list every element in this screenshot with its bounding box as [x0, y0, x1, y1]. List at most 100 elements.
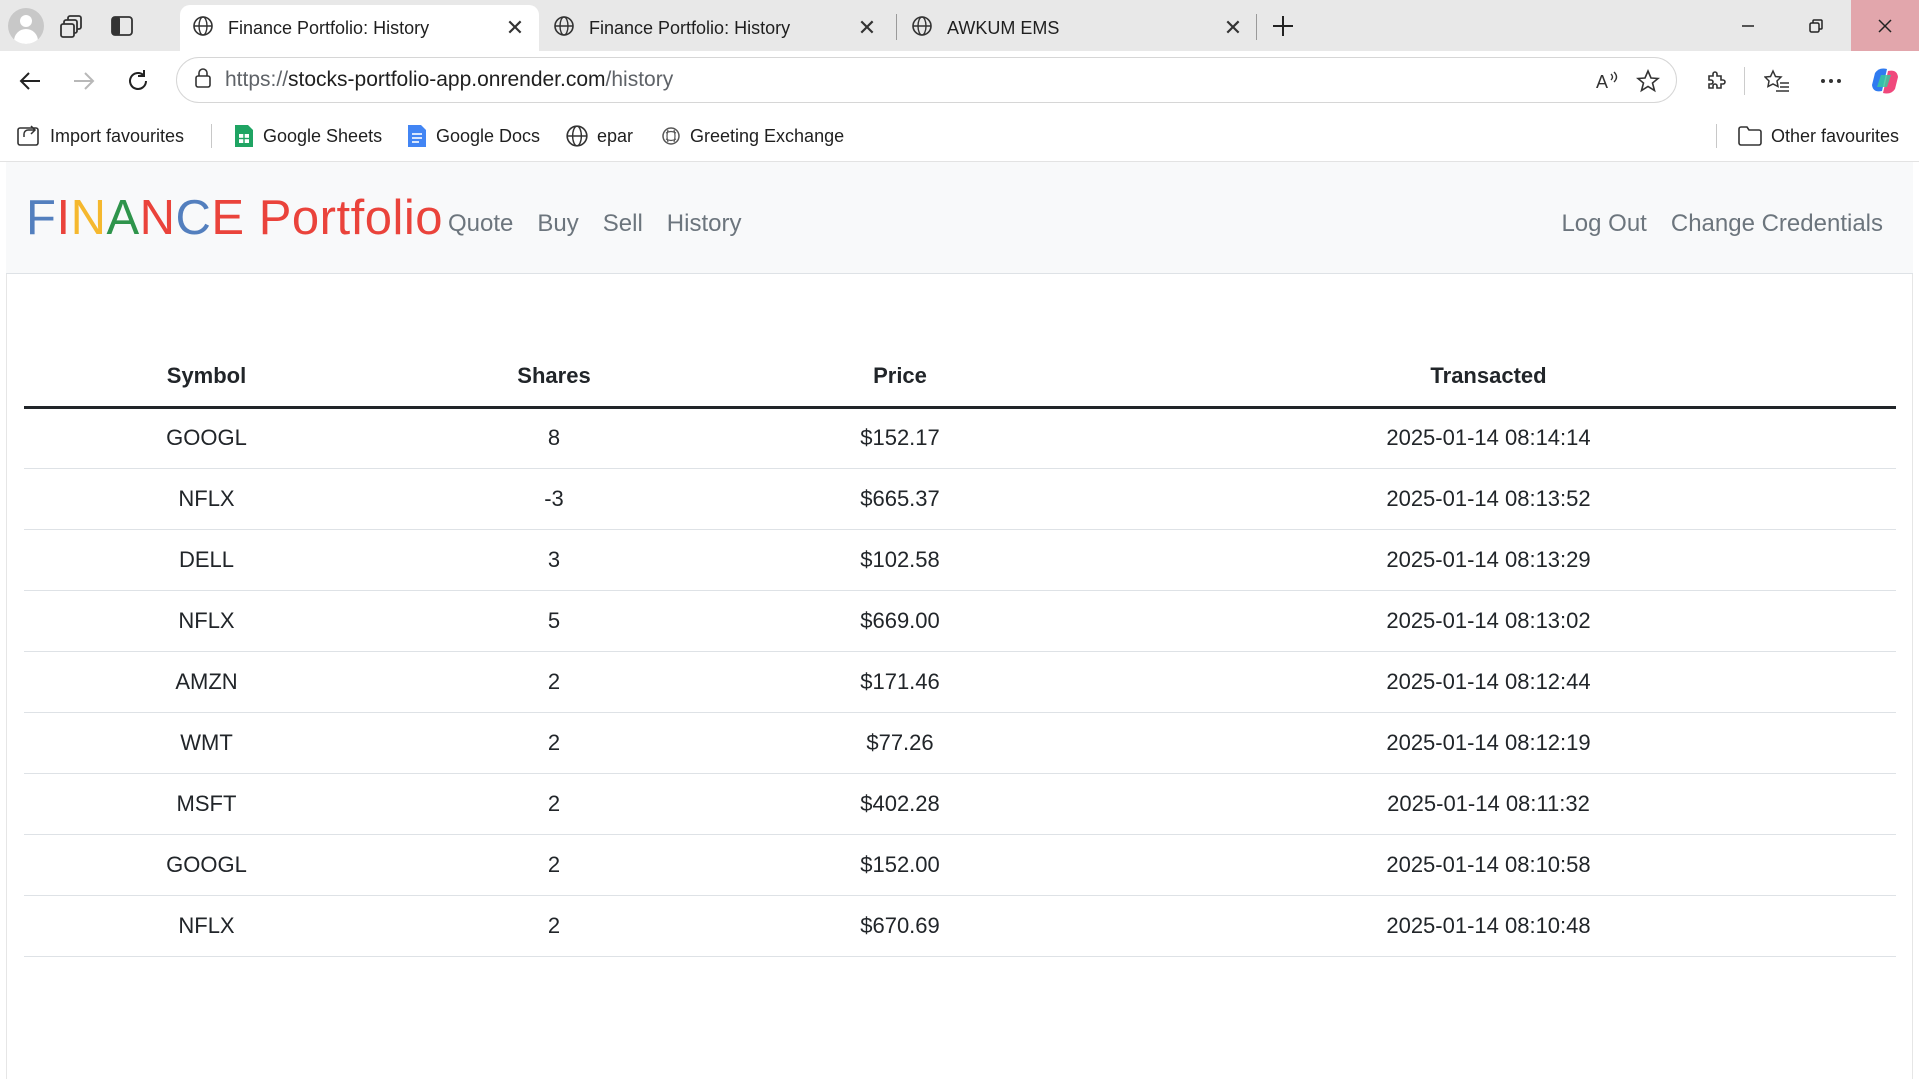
globe-icon	[911, 15, 933, 42]
tab-awkum-ems[interactable]: AWKUM EMS ✕	[899, 5, 1257, 51]
address-bar[interactable]: https://stocks-portfolio-app.onrender.co…	[176, 57, 1677, 103]
transacted-cell: 2025-01-14 08:13:02	[1081, 590, 1896, 652]
close-tab-icon[interactable]: ✕	[853, 14, 881, 42]
column-header-symbol: Symbol	[24, 345, 389, 409]
history-table-body: GOOGL 8 $152.17 2025-01-14 08:14:14 NFLX -3 $6…	[24, 407, 1896, 957]
shares-cell: 3	[389, 529, 719, 591]
minimize-window-icon[interactable]	[1714, 0, 1782, 51]
url-scheme: https://	[225, 68, 289, 91]
brand-logo[interactable]: FINANCE Portfolio	[26, 190, 443, 246]
favorite-star-icon[interactable]	[1628, 61, 1668, 101]
tab-finance-history-active[interactable]: Finance Portfolio: History ✕	[180, 5, 539, 51]
close-window-icon[interactable]	[1851, 0, 1919, 51]
transacted-cell: 2025-01-14 08:12:19	[1081, 712, 1896, 774]
bookmark-greeting-exchange[interactable]: Greeting Exchange	[660, 122, 844, 150]
close-tab-icon[interactable]: ✕	[1219, 14, 1247, 42]
column-header-shares: Shares	[389, 345, 719, 409]
brand-letter-i: I	[56, 191, 71, 245]
shares-cell: 2	[389, 895, 719, 957]
symbol-cell: NFLX	[24, 468, 389, 530]
column-header-price: Price	[719, 345, 1081, 409]
main-nav: Quote Buy Sell History	[448, 210, 741, 238]
bookmarks-bar: Import favourites Google Sheets Google D…	[0, 110, 1919, 162]
brand-letter-n: N	[139, 191, 176, 245]
table-row: GOOGL 2 $152.00 2025-01-14 08:10:58	[24, 834, 1896, 896]
profile-avatar-icon[interactable]	[8, 7, 44, 44]
url-host: stocks-portfolio-app.onrender.com	[288, 68, 606, 91]
new-tab-button[interactable]	[1265, 8, 1301, 44]
table-row: DELL 3 $102.58 2025-01-14 08:13:29	[24, 529, 1896, 591]
tab-title: Finance Portfolio: History	[589, 17, 791, 38]
browser-toolbar: https://stocks-portfolio-app.onrender.co…	[0, 51, 1919, 110]
close-tab-icon[interactable]: ✕	[501, 14, 529, 42]
shares-cell: 8	[389, 407, 719, 469]
nav-buy[interactable]: Buy	[537, 210, 578, 238]
symbol-cell: MSFT	[24, 773, 389, 835]
extensions-puzzle-icon[interactable]	[1696, 61, 1736, 101]
table-row: WMT 2 $77.26 2025-01-14 08:12:19	[24, 712, 1896, 774]
bookmark-label: Other favourites	[1771, 125, 1900, 146]
read-aloud-icon[interactable]: A	[1588, 61, 1628, 101]
transacted-cell: 2025-01-14 08:13:29	[1081, 529, 1896, 591]
google-docs-icon	[406, 123, 428, 149]
table-header-row: Symbol Shares Price Transacted	[24, 345, 1896, 409]
nav-quote[interactable]: Quote	[448, 210, 513, 238]
transacted-cell: 2025-01-14 08:10:58	[1081, 834, 1896, 896]
greeting-exchange-icon	[660, 125, 682, 147]
bookmark-epar[interactable]: epar	[565, 122, 633, 150]
tab-separator	[896, 14, 897, 40]
symbol-cell: WMT	[24, 712, 389, 774]
table-row: NFLX 2 $670.69 2025-01-14 08:10:48	[24, 895, 1896, 957]
bookmark-google-sheets[interactable]: Google Sheets	[233, 122, 382, 150]
svg-text:A: A	[1596, 72, 1608, 92]
bookmark-other-favourites[interactable]: Other favourites	[1737, 122, 1899, 150]
shares-cell: 5	[389, 590, 719, 652]
history-table: Symbol Shares Price Transacted GOOGL 8 $15…	[24, 345, 1896, 957]
workspaces-icon[interactable]	[50, 4, 94, 48]
table-row: MSFT 2 $402.28 2025-01-14 08:11:32	[24, 773, 1896, 835]
price-cell: $171.46	[719, 651, 1081, 713]
column-header-transacted: Transacted	[1081, 345, 1896, 409]
globe-icon	[192, 15, 214, 42]
shares-cell: 2	[389, 651, 719, 713]
bookmark-import-favourites[interactable]: Import favourites	[16, 122, 184, 150]
copilot-icon[interactable]	[1865, 61, 1905, 101]
table-row: NFLX 5 $669.00 2025-01-14 08:13:02	[24, 590, 1896, 652]
site-info-lock-icon[interactable]	[193, 67, 213, 94]
symbol-cell: NFLX	[24, 590, 389, 652]
price-cell: $665.37	[719, 468, 1081, 530]
shares-cell: 2	[389, 712, 719, 774]
nav-change-credentials[interactable]: Change Credentials	[1671, 210, 1883, 238]
folder-icon	[1737, 125, 1763, 147]
brand-suffix: Portfolio	[258, 191, 443, 245]
price-cell: $670.69	[719, 895, 1081, 957]
transacted-cell: 2025-01-14 08:13:52	[1081, 468, 1896, 530]
tab-title: Finance Portfolio: History	[228, 17, 430, 38]
refresh-icon[interactable]	[118, 61, 158, 101]
nav-sell[interactable]: Sell	[603, 210, 643, 238]
forward-arrow-icon[interactable]	[64, 61, 104, 101]
shares-cell: 2	[389, 773, 719, 835]
tab-finance-history[interactable]: Finance Portfolio: History ✕	[541, 5, 891, 51]
brand-letter-a: A	[106, 191, 140, 245]
vertical-tabs-icon[interactable]	[100, 4, 144, 48]
bookmark-label: Import favourites	[50, 125, 185, 146]
nav-log-out[interactable]: Log Out	[1561, 210, 1646, 238]
brand-letter-e: E	[211, 191, 245, 245]
more-options-icon[interactable]	[1811, 61, 1851, 101]
url-text: https://stocks-portfolio-app.onrender.co…	[225, 68, 673, 92]
account-nav: Log Out Change Credentials	[1561, 210, 1883, 238]
favorites-list-icon[interactable]	[1757, 61, 1797, 101]
web-page: FINANCE Portfolio Quote Buy Sell History…	[0, 162, 1919, 1079]
bookmark-label: Google Sheets	[263, 125, 383, 146]
browser-tab-strip: Finance Portfolio: History ✕ Finance Por…	[0, 0, 1919, 51]
tab-title: AWKUM EMS	[947, 17, 1060, 38]
toolbar-right	[1696, 61, 1905, 101]
url-path: /history	[605, 68, 674, 91]
restore-window-icon[interactable]	[1782, 0, 1850, 51]
bookmark-label: epar	[597, 125, 634, 146]
nav-history[interactable]: History	[667, 210, 742, 238]
brand-letter-c: C	[175, 191, 212, 245]
back-arrow-icon[interactable]	[10, 61, 50, 101]
bookmark-google-docs[interactable]: Google Docs	[406, 122, 540, 150]
